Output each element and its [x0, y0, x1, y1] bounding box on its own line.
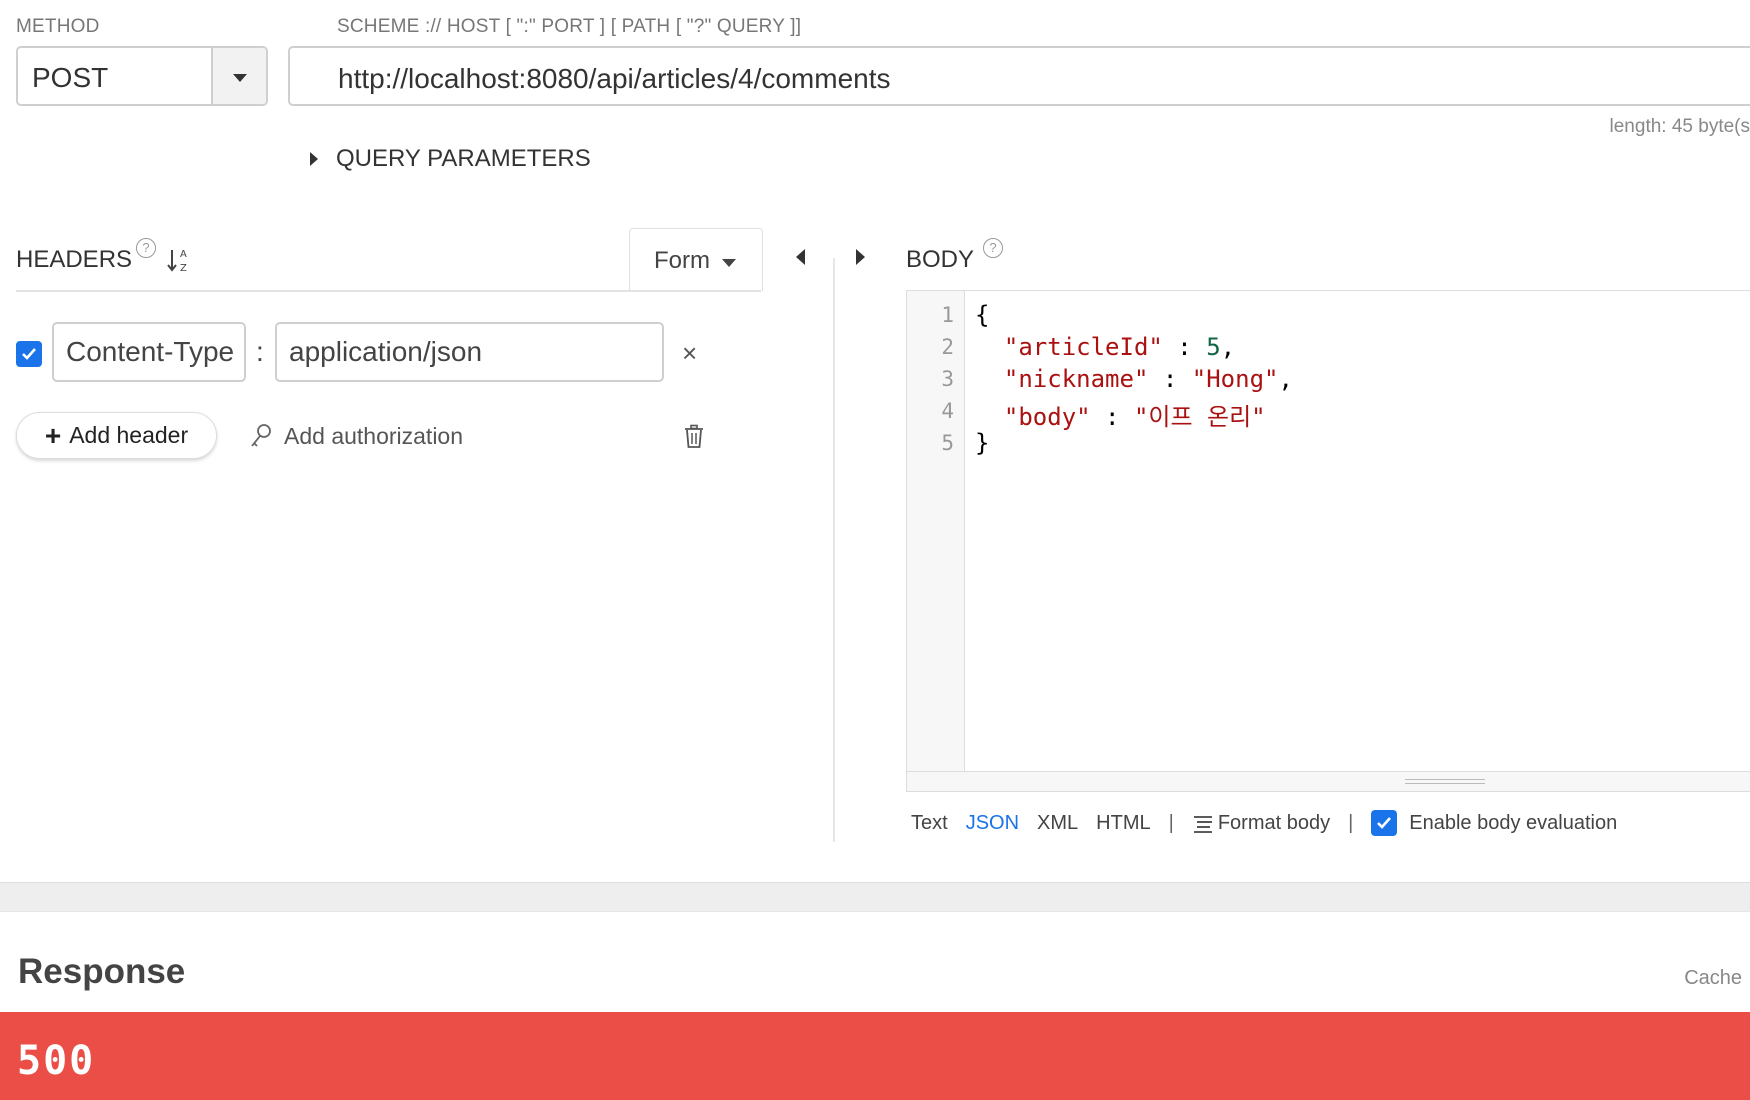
- header-value-input[interactable]: application/json: [275, 322, 664, 382]
- code-line: "body" : "이프 온리": [1003, 403, 1266, 431]
- method-label: METHOD: [16, 16, 100, 37]
- url-value: http://localhost:8080/api/articles/4/com…: [338, 63, 891, 94]
- add-header-button[interactable]: + Add header: [16, 412, 217, 459]
- plus-icon: +: [44, 419, 62, 451]
- format-json[interactable]: JSON: [966, 812, 1019, 835]
- code-line: "nickname" : "Hong",: [1003, 365, 1293, 393]
- remove-header-button[interactable]: ×: [682, 338, 697, 369]
- method-select[interactable]: POST: [16, 46, 268, 106]
- line-number: 2: [941, 335, 954, 359]
- format-text[interactable]: Text: [911, 812, 948, 835]
- help-icon[interactable]: ?: [983, 238, 1003, 258]
- delete-all-headers-button[interactable]: [682, 424, 706, 455]
- header-separator: :: [256, 336, 264, 367]
- code-line: "articleId" : 5,: [1003, 333, 1236, 361]
- body-title: BODY: [906, 246, 975, 273]
- collapse-right-icon[interactable]: [856, 249, 865, 265]
- method-value: POST: [32, 62, 109, 93]
- format-xml[interactable]: XML: [1037, 812, 1078, 835]
- line-number: 4: [941, 399, 954, 423]
- line-number: 3: [941, 367, 954, 391]
- code-line: }: [975, 429, 990, 457]
- format-body-button[interactable]: Format body: [1192, 812, 1330, 835]
- format-body-label: Format body: [1217, 811, 1331, 834]
- collapse-left-icon[interactable]: [796, 249, 805, 265]
- panel-splitter[interactable]: [833, 258, 835, 842]
- url-length: length: 45 byte(s: [1609, 116, 1750, 137]
- header-enabled-checkbox[interactable]: [16, 341, 42, 367]
- url-input[interactable]: http://localhost:8080/api/articles/4/com…: [288, 46, 1750, 106]
- chevron-down-icon: [722, 259, 736, 267]
- separator: |: [1168, 811, 1174, 834]
- line-number: 5: [941, 431, 954, 455]
- headers-mode-label: Form: [654, 247, 710, 274]
- query-parameters-toggle[interactable]: QUERY PARAMETERS: [310, 145, 591, 173]
- response-status-bar: 500: [0, 1012, 1750, 1100]
- method-dropdown-button[interactable]: [211, 48, 266, 104]
- sort-az-icon[interactable]: A Z: [166, 246, 192, 276]
- add-header-label: Add header: [69, 422, 189, 448]
- svg-text:Z: Z: [180, 263, 187, 274]
- key-icon: [251, 424, 271, 447]
- code-line: {: [975, 301, 990, 329]
- status-code: 500: [17, 1038, 96, 1084]
- add-authorization-label: Add authorization: [284, 422, 464, 449]
- editor-resize-handle[interactable]: [907, 771, 1750, 791]
- section-divider: [0, 882, 1750, 912]
- headers-divider: [16, 290, 761, 292]
- trash-icon: [685, 424, 703, 448]
- caret-right-icon: [310, 152, 318, 166]
- grip-icon: [1405, 779, 1485, 784]
- enable-evaluation-checkbox[interactable]: [1371, 810, 1398, 836]
- body-format-bar: Text JSON XML HTML | Format body | Enabl…: [911, 810, 1617, 836]
- format-lines-icon: [1193, 816, 1212, 833]
- help-icon[interactable]: ?: [136, 238, 156, 258]
- response-title: Response: [18, 952, 186, 991]
- headers-mode-dropdown[interactable]: Form: [629, 228, 763, 291]
- separator: |: [1348, 811, 1354, 834]
- line-number: 1: [941, 303, 954, 327]
- url-format-label: SCHEME :// HOST [ ":" PORT ] [ PATH [ "?…: [337, 16, 802, 37]
- format-html[interactable]: HTML: [1096, 812, 1150, 835]
- headers-title: HEADERS: [16, 246, 133, 273]
- header-name-input[interactable]: Content-Type: [52, 322, 246, 382]
- add-authorization-button[interactable]: Add authorization: [248, 422, 463, 450]
- svg-text:A: A: [180, 249, 187, 260]
- query-parameters-label: QUERY PARAMETERS: [336, 145, 591, 172]
- chevron-down-icon: [233, 74, 247, 82]
- line-number-gutter: 1 2 3 4 5: [907, 291, 965, 771]
- cache-link[interactable]: Cache: [1684, 967, 1742, 990]
- body-editor[interactable]: 1 2 3 4 5 { "articleId" : 5, "nickname" …: [906, 290, 1750, 792]
- enable-evaluation-label: Enable body evaluation: [1409, 811, 1618, 834]
